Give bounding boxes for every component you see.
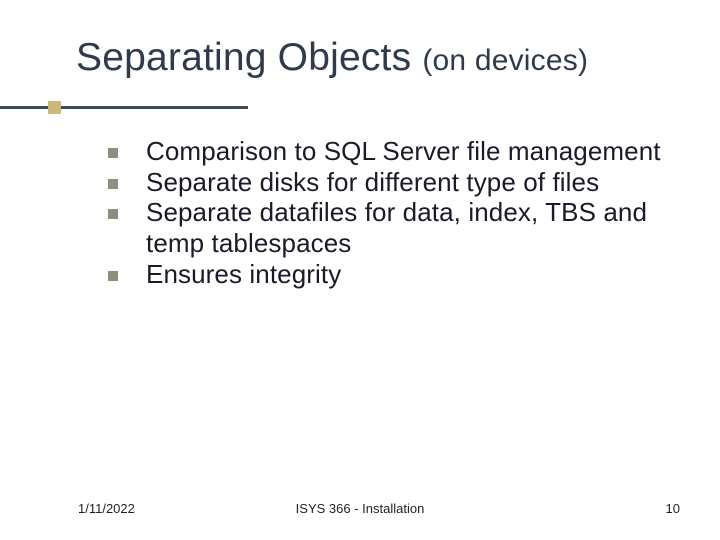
bullet-square-icon xyxy=(108,179,118,189)
title-sub: (on devices) xyxy=(422,44,588,77)
bullet-square-icon xyxy=(108,148,118,158)
bullet-square-icon xyxy=(108,209,118,219)
title-main: Separating Objects xyxy=(76,36,422,79)
footer-date: 1/11/2022 xyxy=(78,501,135,516)
slide-footer: 1/11/2022 ISYS 366 - Installation 10 xyxy=(0,501,720,516)
bullet-text: Comparison to SQL Server file management xyxy=(146,136,661,167)
bullet-text: Separate datafiles for data, index, TBS … xyxy=(146,197,670,258)
footer-page-number: 10 xyxy=(666,501,680,516)
slide-title: Separating Objects (on devices) xyxy=(76,36,690,80)
title-underline xyxy=(0,106,248,109)
list-item: Comparison to SQL Server file management xyxy=(108,136,670,167)
bullet-text: Separate disks for different type of fil… xyxy=(146,167,599,198)
footer-course: ISYS 366 - Installation xyxy=(296,501,425,516)
bullet-square-icon xyxy=(108,271,118,281)
list-item: Separate datafiles for data, index, TBS … xyxy=(108,197,670,258)
list-item: Ensures integrity xyxy=(108,259,670,290)
bullet-text: Ensures integrity xyxy=(146,259,341,290)
list-item: Separate disks for different type of fil… xyxy=(108,167,670,198)
slide: Separating Objects (on devices) Comparis… xyxy=(0,0,720,540)
bullet-list: Comparison to SQL Server file management… xyxy=(108,136,670,289)
title-accent-square xyxy=(48,101,61,114)
